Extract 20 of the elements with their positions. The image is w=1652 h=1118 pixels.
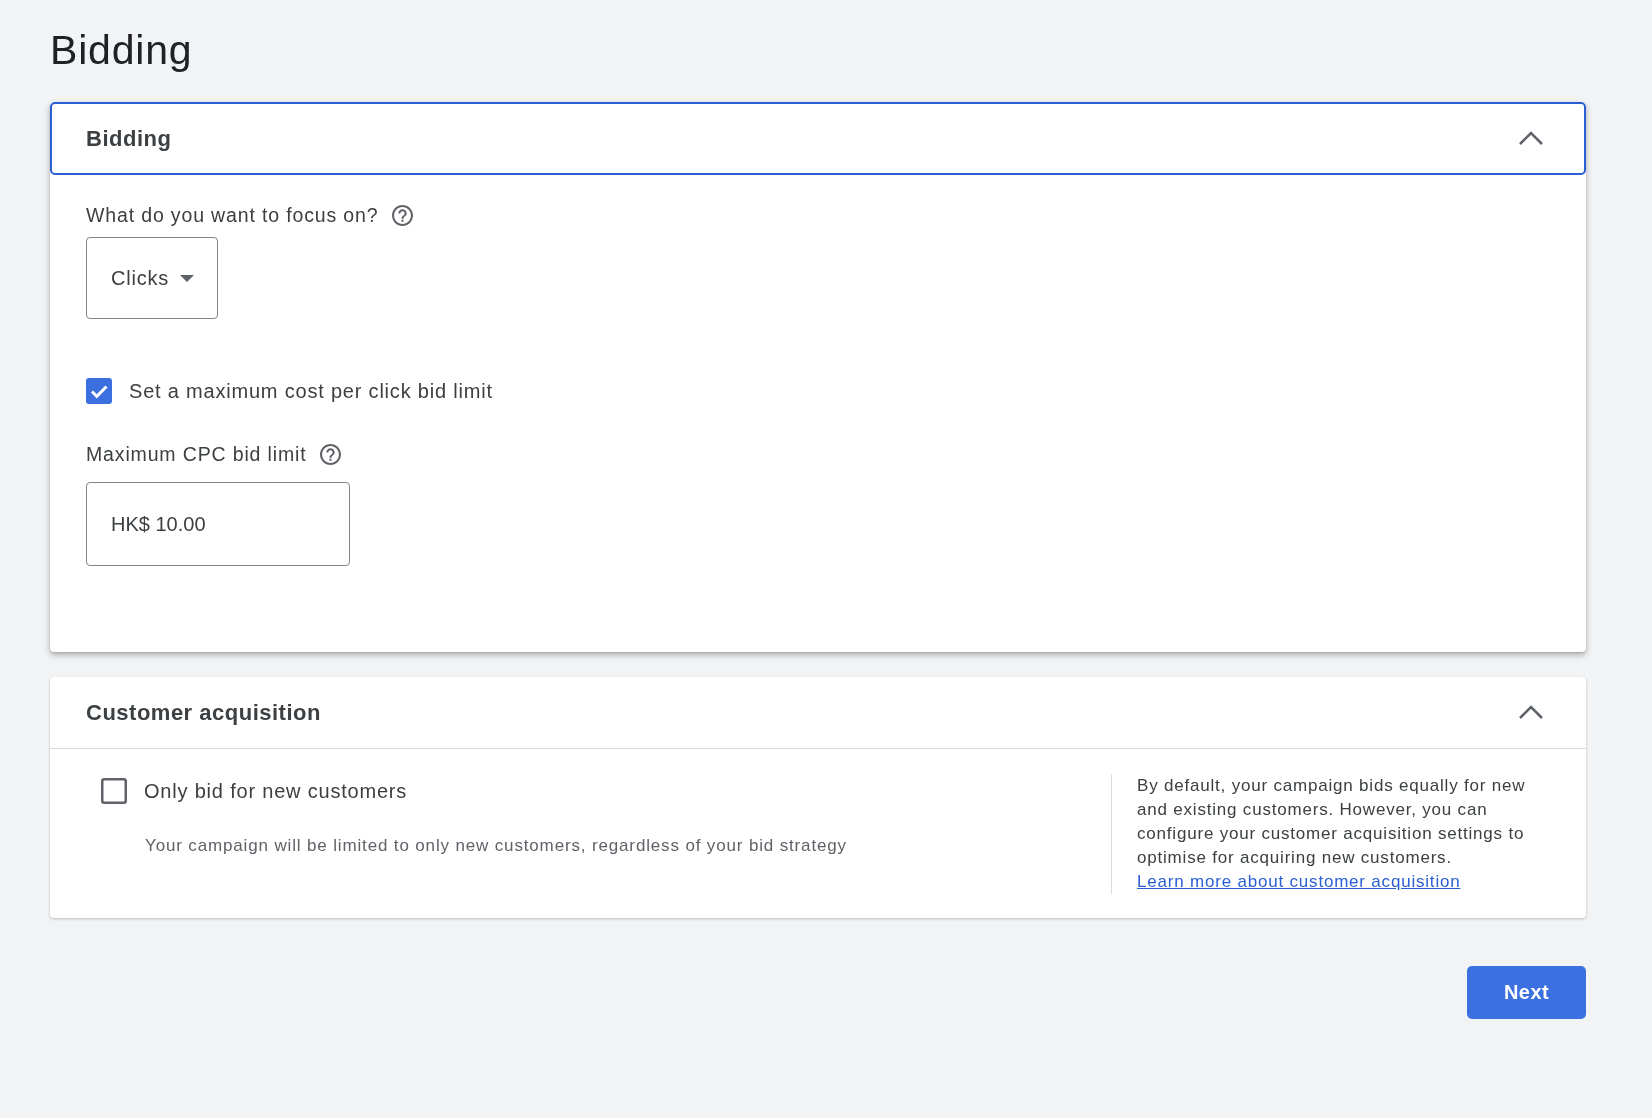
field-label: What do you want to focus on? [86,203,379,227]
panel-title: Customer acquisition [86,699,321,726]
panel-title: Bidding [86,125,172,152]
focus-dropdown[interactable]: Clicks [86,237,218,319]
chevron-icon[interactable] [1518,131,1544,146]
caret-icon [180,274,195,282]
learn-more-link[interactable]: Learn more about customer acquisition [1137,872,1461,891]
checkbox-label: Set a maximum cost per click bid limit [129,379,493,403]
checkbox-label: Only bid for new customers [144,779,408,803]
page-title: Bidding [50,26,193,75]
chevron-icon[interactable] [1518,705,1544,720]
max-cpc-field[interactable]: HK$ 10.00 [86,482,350,566]
info-text: By default, your campaign bids equally for new and existing customers. However, you can configure your customer acquisition settings to optimise for acquiring new customers. Learn more about customer acquisition [1137,775,1527,893]
checkbox[interactable] [101,778,127,804]
help-icon[interactable] [392,204,414,226]
help-icon[interactable] [320,443,342,465]
field-label: Maximum CPC bid limit [86,442,307,466]
next-button[interactable]: Next [1467,966,1586,1019]
checkbox-description: Your campaign will be limited to only new customers, regardless of your bid strategy [145,836,847,856]
checkbox[interactable] [86,378,112,404]
